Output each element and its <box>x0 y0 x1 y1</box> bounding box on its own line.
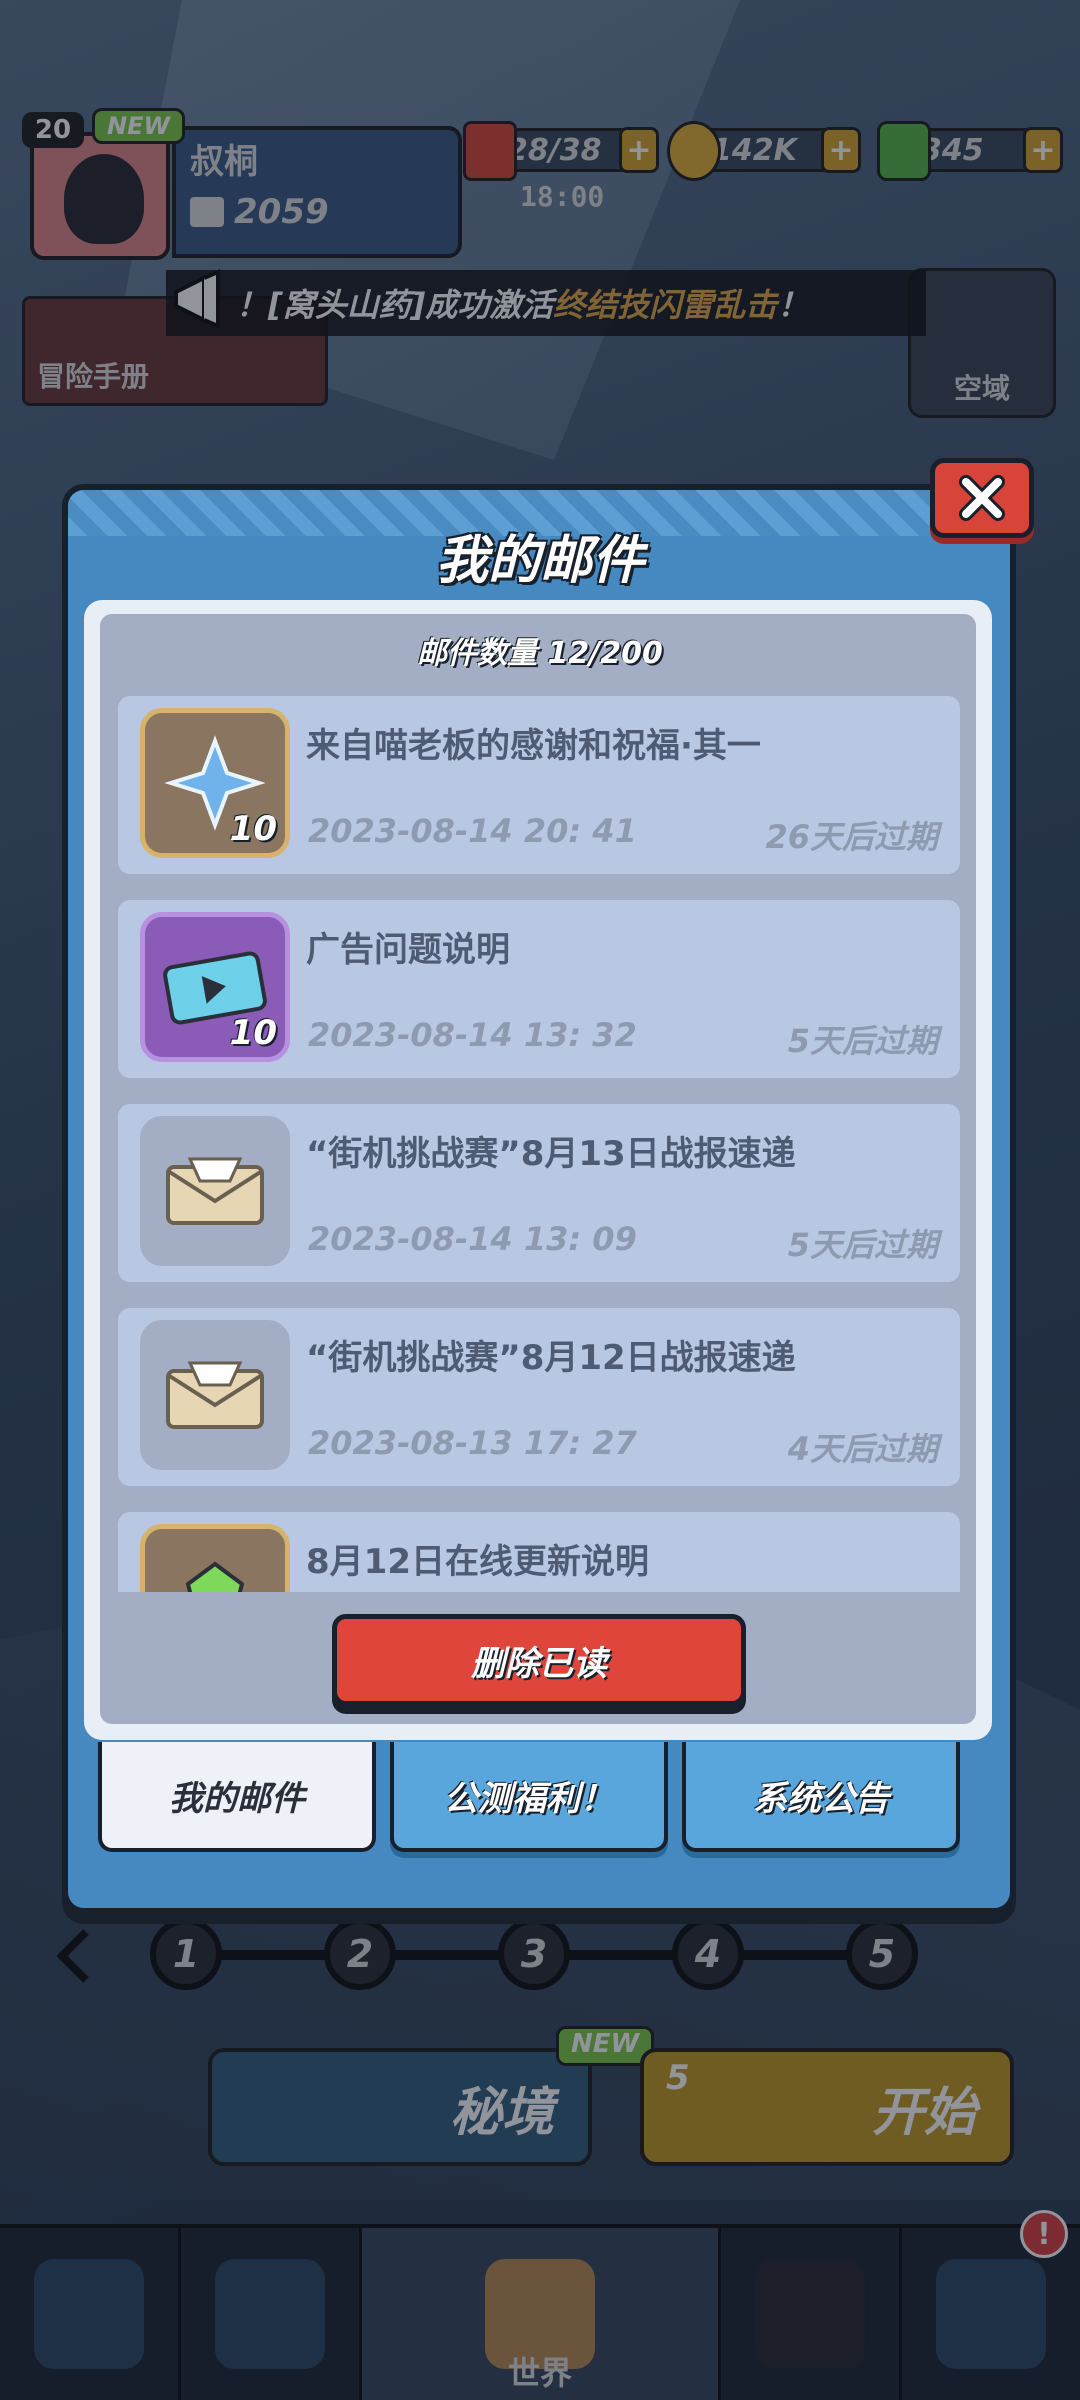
mail-count: 邮件数量 12/200 <box>417 636 663 671</box>
close-icon <box>959 475 1005 521</box>
tab-my-mail[interactable]: 我的邮件 <box>98 1742 376 1852</box>
mail-expiry: 5天后过期 <box>787 1022 938 1060</box>
mail-item[interactable]: 8月12日在线更新说明 <box>118 1512 960 1592</box>
tab-launch-benefits[interactable]: 公测福利！ <box>390 1742 668 1852</box>
delete-read-button[interactable]: 删除已读 <box>332 1614 746 1706</box>
envelope-icon <box>140 1320 290 1470</box>
mail-expiry: 26天后过期 <box>765 818 938 856</box>
mail-title: 来自喵老板的感谢和祝福·其一 <box>306 726 761 766</box>
green-gem-icon <box>140 1524 290 1592</box>
envelope-icon <box>140 1116 290 1266</box>
mail-date: 2023-08-13 17: 27 <box>308 1424 637 1462</box>
mail-item[interactable]: “街机挑战赛”8月12日战报速递 2023-08-13 17: 27 4天后过期 <box>118 1308 960 1486</box>
mail-item[interactable]: 10 广告问题说明 2023-08-14 13: 32 5天后过期 <box>118 900 960 1078</box>
mail-item[interactable]: 10 来自喵老板的感谢和祝福·其一 2023-08-14 20: 41 26天后… <box>118 696 960 874</box>
envelope-shape <box>166 1361 264 1429</box>
tab-system-notice[interactable]: 系统公告 <box>682 1742 960 1852</box>
item-quantity: 10 <box>229 1013 277 1053</box>
ticket-icon: 10 <box>140 912 290 1062</box>
modal-title: 我的邮件 <box>435 531 644 591</box>
close-button[interactable] <box>930 458 1034 538</box>
mail-item[interactable]: “街机挑战赛”8月13日战报速递 2023-08-14 13: 09 5天后过期 <box>118 1104 960 1282</box>
gem-shape <box>185 1561 245 1592</box>
mail-list[interactable]: 10 来自喵老板的感谢和祝福·其一 2023-08-14 20: 41 26天后… <box>118 696 960 1592</box>
mail-expiry: 4天后过期 <box>787 1430 938 1468</box>
mail-title: 广告问题说明 <box>306 930 510 970</box>
blue-crystal-icon: 10 <box>140 708 290 858</box>
mail-title: 8月12日在线更新说明 <box>306 1542 649 1582</box>
mail-title: “街机挑战赛”8月13日战报速递 <box>306 1134 796 1174</box>
envelope-shape <box>166 1157 264 1225</box>
mail-date: 2023-08-14 20: 41 <box>308 812 637 850</box>
mail-title: “街机挑战赛”8月12日战报速递 <box>306 1338 796 1378</box>
item-quantity: 10 <box>229 809 277 849</box>
mail-date: 2023-08-14 13: 09 <box>308 1220 637 1258</box>
mail-expiry: 5天后过期 <box>787 1226 938 1264</box>
mail-date: 2023-08-14 13: 32 <box>308 1016 637 1054</box>
